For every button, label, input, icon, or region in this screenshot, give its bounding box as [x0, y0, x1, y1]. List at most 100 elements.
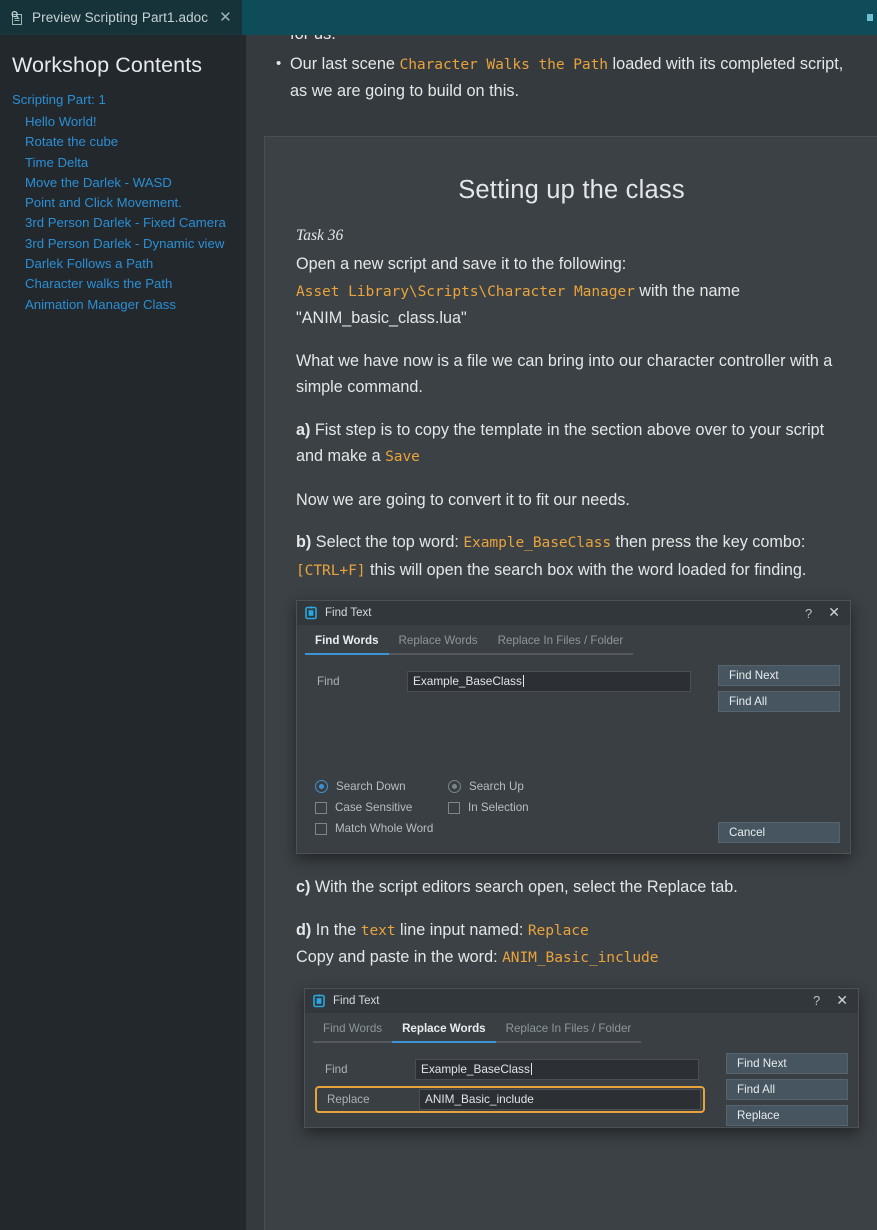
dialog-titlebar: Find Text ? ✕ [297, 601, 850, 625]
step-d-code-anim-basic-include: ANIM_Basic_include [502, 949, 659, 966]
dialog-tab-strip: Find Words Replace Words Replace In File… [297, 625, 850, 655]
bullet-text-pre: Our last scene [290, 55, 395, 73]
in-selection-label: In Selection [468, 801, 529, 814]
find-all-button[interactable]: Find All [726, 1078, 848, 1100]
search-input[interactable]: Example_BaseClass [407, 671, 691, 692]
tabbar-overflow-indicator[interactable] [867, 14, 873, 21]
sidebar-item-move-the-darlek-wasd[interactable]: Move the Darlek - WASD [25, 173, 236, 193]
find-text-dialog: Find Text ? ✕ Find Words Replace Words R… [296, 600, 851, 854]
replace-input-value: ANIM_Basic_include [425, 1091, 534, 1106]
step-d-text-2: line input named: [400, 920, 524, 939]
step-c-text: With the script editors search open, sel… [314, 878, 738, 896]
sidebar-item-animation-manager-class[interactable]: Animation Manager Class [25, 295, 236, 315]
bullet-code: Character Walks the Path [399, 56, 609, 73]
radio-indicator-on [315, 780, 328, 793]
option-row-direction: Search Down Search Up [315, 780, 581, 793]
sidebar-item-point-and-click-movement[interactable]: Point and Click Movement. [25, 193, 236, 213]
close-icon[interactable]: ✕ [832, 993, 852, 1009]
app-window: Preview Scripting Part1.adoc ✕ Workshop … [0, 0, 877, 1230]
search-options-group: Search Down Search Up Case Sensitive In … [315, 780, 581, 843]
checkbox-in-selection[interactable]: In Selection [448, 801, 581, 814]
step-b-text-3: this will open the search box with the w… [370, 560, 807, 579]
sidebar-item-hello-world[interactable]: Hello World! [25, 112, 236, 132]
list-item: Our last scene Character Walks the Path … [276, 50, 859, 105]
search-up-label: Search Up [469, 780, 524, 793]
option-row-case: Case Sensitive In Selection [315, 801, 581, 814]
tab-replace-words[interactable]: Replace Words [388, 631, 488, 655]
checkbox-match-whole-word[interactable]: Match Whole Word [315, 822, 448, 835]
option-row-whole-word: Match Whole Word [315, 822, 581, 835]
sidebar-item-3rd-person-darlek-dynamic-view[interactable]: 3rd Person Darlek - Dynamic view [25, 234, 236, 254]
case-sensitive-label: Case Sensitive [335, 801, 413, 814]
sidebar-item-character-walks-the-path[interactable]: Character walks the Path [25, 274, 236, 294]
find-text-icon [304, 606, 318, 620]
checkbox-indicator [315, 822, 327, 835]
step-d-text-1: In the [315, 920, 357, 939]
dialog-title: Find Text [325, 607, 372, 619]
replace-field-row-highlighted: Replace ANIM_Basic_include [315, 1085, 705, 1113]
tab-find-words[interactable]: Find Words [305, 631, 389, 655]
sidebar-item-time-delta[interactable]: Time Delta [25, 153, 236, 173]
close-icon[interactable]: ✕ [219, 10, 232, 25]
section-card: Setting up the class Task 36 Open a new … [264, 136, 877, 1230]
editor-tab-bar: Preview Scripting Part1.adoc ✕ [0, 0, 877, 35]
clipped-text-line: for us. [290, 35, 859, 39]
dialog-body: Find Example_BaseClass Replace ANIM_Basi… [305, 1043, 858, 1127]
step-a-code-save: Save [385, 448, 420, 465]
sidebar-toc-list: Hello World! Rotate the cube Time Delta … [12, 112, 236, 315]
sidebar-item-3rd-person-darlek-fixed-camera[interactable]: 3rd Person Darlek - Fixed Camera [25, 213, 236, 233]
tab-find-words[interactable]: Find Words [313, 1019, 393, 1043]
paragraph-step-c: c) With the script editors search open, … [296, 874, 847, 901]
radio-search-up[interactable]: Search Up [448, 780, 581, 793]
paragraph-save-path: Asset Library\Scripts\Character Manager … [296, 278, 847, 332]
dialog-tab-strip: Find Words Replace Words Replace In File… [305, 1013, 858, 1043]
step-b-text-1: Select the top word: [315, 533, 459, 551]
checkbox-case-sensitive[interactable]: Case Sensitive [315, 801, 448, 814]
text-caret [522, 675, 524, 687]
step-c-marker: c) [296, 878, 311, 896]
find-text-icon [312, 994, 326, 1008]
close-icon[interactable]: ✕ [824, 605, 844, 621]
tab-replace-words[interactable]: Replace Words [392, 1019, 496, 1043]
checkbox-indicator [448, 801, 460, 814]
tab-preview-scripting-part1[interactable]: Preview Scripting Part1.adoc ✕ [0, 0, 242, 35]
dialog-button-column: Find Next Find All Replace [726, 1052, 848, 1131]
step-d-code-text: text [360, 921, 396, 939]
intro-bullet-list: Our last scene Character Walks the Path … [264, 50, 859, 105]
find-next-button[interactable]: Find Next [718, 665, 840, 686]
help-icon[interactable]: ? [799, 606, 824, 621]
replace-button[interactable]: Replace [726, 1104, 848, 1126]
step-d-code-replace: Replace [527, 921, 589, 939]
tab-label: Preview Scripting Part1.adoc [32, 10, 209, 25]
radio-search-down[interactable]: Search Down [315, 780, 448, 793]
sidebar-item-rotate-the-cube[interactable]: Rotate the cube [25, 132, 236, 152]
find-replace-dialog: Find Text ? ✕ Find Words Replace Words R… [304, 987, 859, 1128]
replace-input[interactable]: ANIM_Basic_include [419, 1088, 701, 1110]
sidebar: Workshop Contents Scripting Part: 1 Hell… [0, 35, 246, 1230]
find-label: Find [325, 1062, 348, 1076]
help-icon[interactable]: ? [807, 993, 832, 1008]
dialog-titlebar: Find Text ? ✕ [305, 988, 858, 1013]
paragraph-step-b: b) Select the top word: Example_BaseClas… [296, 529, 847, 584]
path-code: Asset Library\Scripts\Character Manager [296, 282, 635, 300]
replace-dialog-screenshot: Find Text ? ✕ Find Words Replace Words R… [304, 987, 859, 1128]
paragraph-open-script: Open a new script and save it to the fol… [296, 251, 847, 278]
task-label: Task 36 [296, 227, 344, 244]
sidebar-item-darlek-follows-a-path[interactable]: Darlek Follows a Path [25, 254, 236, 274]
step-d-marker: d) [296, 920, 312, 939]
step-a-text: Fist step is to copy the template in the… [296, 420, 825, 466]
cancel-button[interactable]: Cancel [718, 822, 840, 843]
find-input-value: Example_BaseClass [413, 674, 522, 688]
find-all-button[interactable]: Find All [718, 691, 840, 712]
intro-snippet: for us. Our last scene Character Walks t… [246, 35, 877, 105]
tab-replace-in-files-folder[interactable]: Replace In Files / Folder [495, 1019, 642, 1043]
sidebar-item-scripting-part-1[interactable]: Scripting Part: 1 [12, 92, 236, 107]
find-next-button[interactable]: Find Next [726, 1052, 848, 1074]
replace-label: Replace [327, 1092, 370, 1106]
paragraph-step-d-line1: d) In the text line input named: Replace [296, 917, 847, 945]
tab-replace-in-files-folder[interactable]: Replace In Files / Folder [487, 631, 634, 655]
search-input[interactable]: Example_BaseClass [415, 1058, 699, 1080]
step-b-marker: b) [296, 533, 312, 551]
paragraph-what-we-have: What we have now is a file we can bring … [296, 351, 833, 397]
filename-text: "ANIM_basic_class.lua" [296, 309, 467, 327]
